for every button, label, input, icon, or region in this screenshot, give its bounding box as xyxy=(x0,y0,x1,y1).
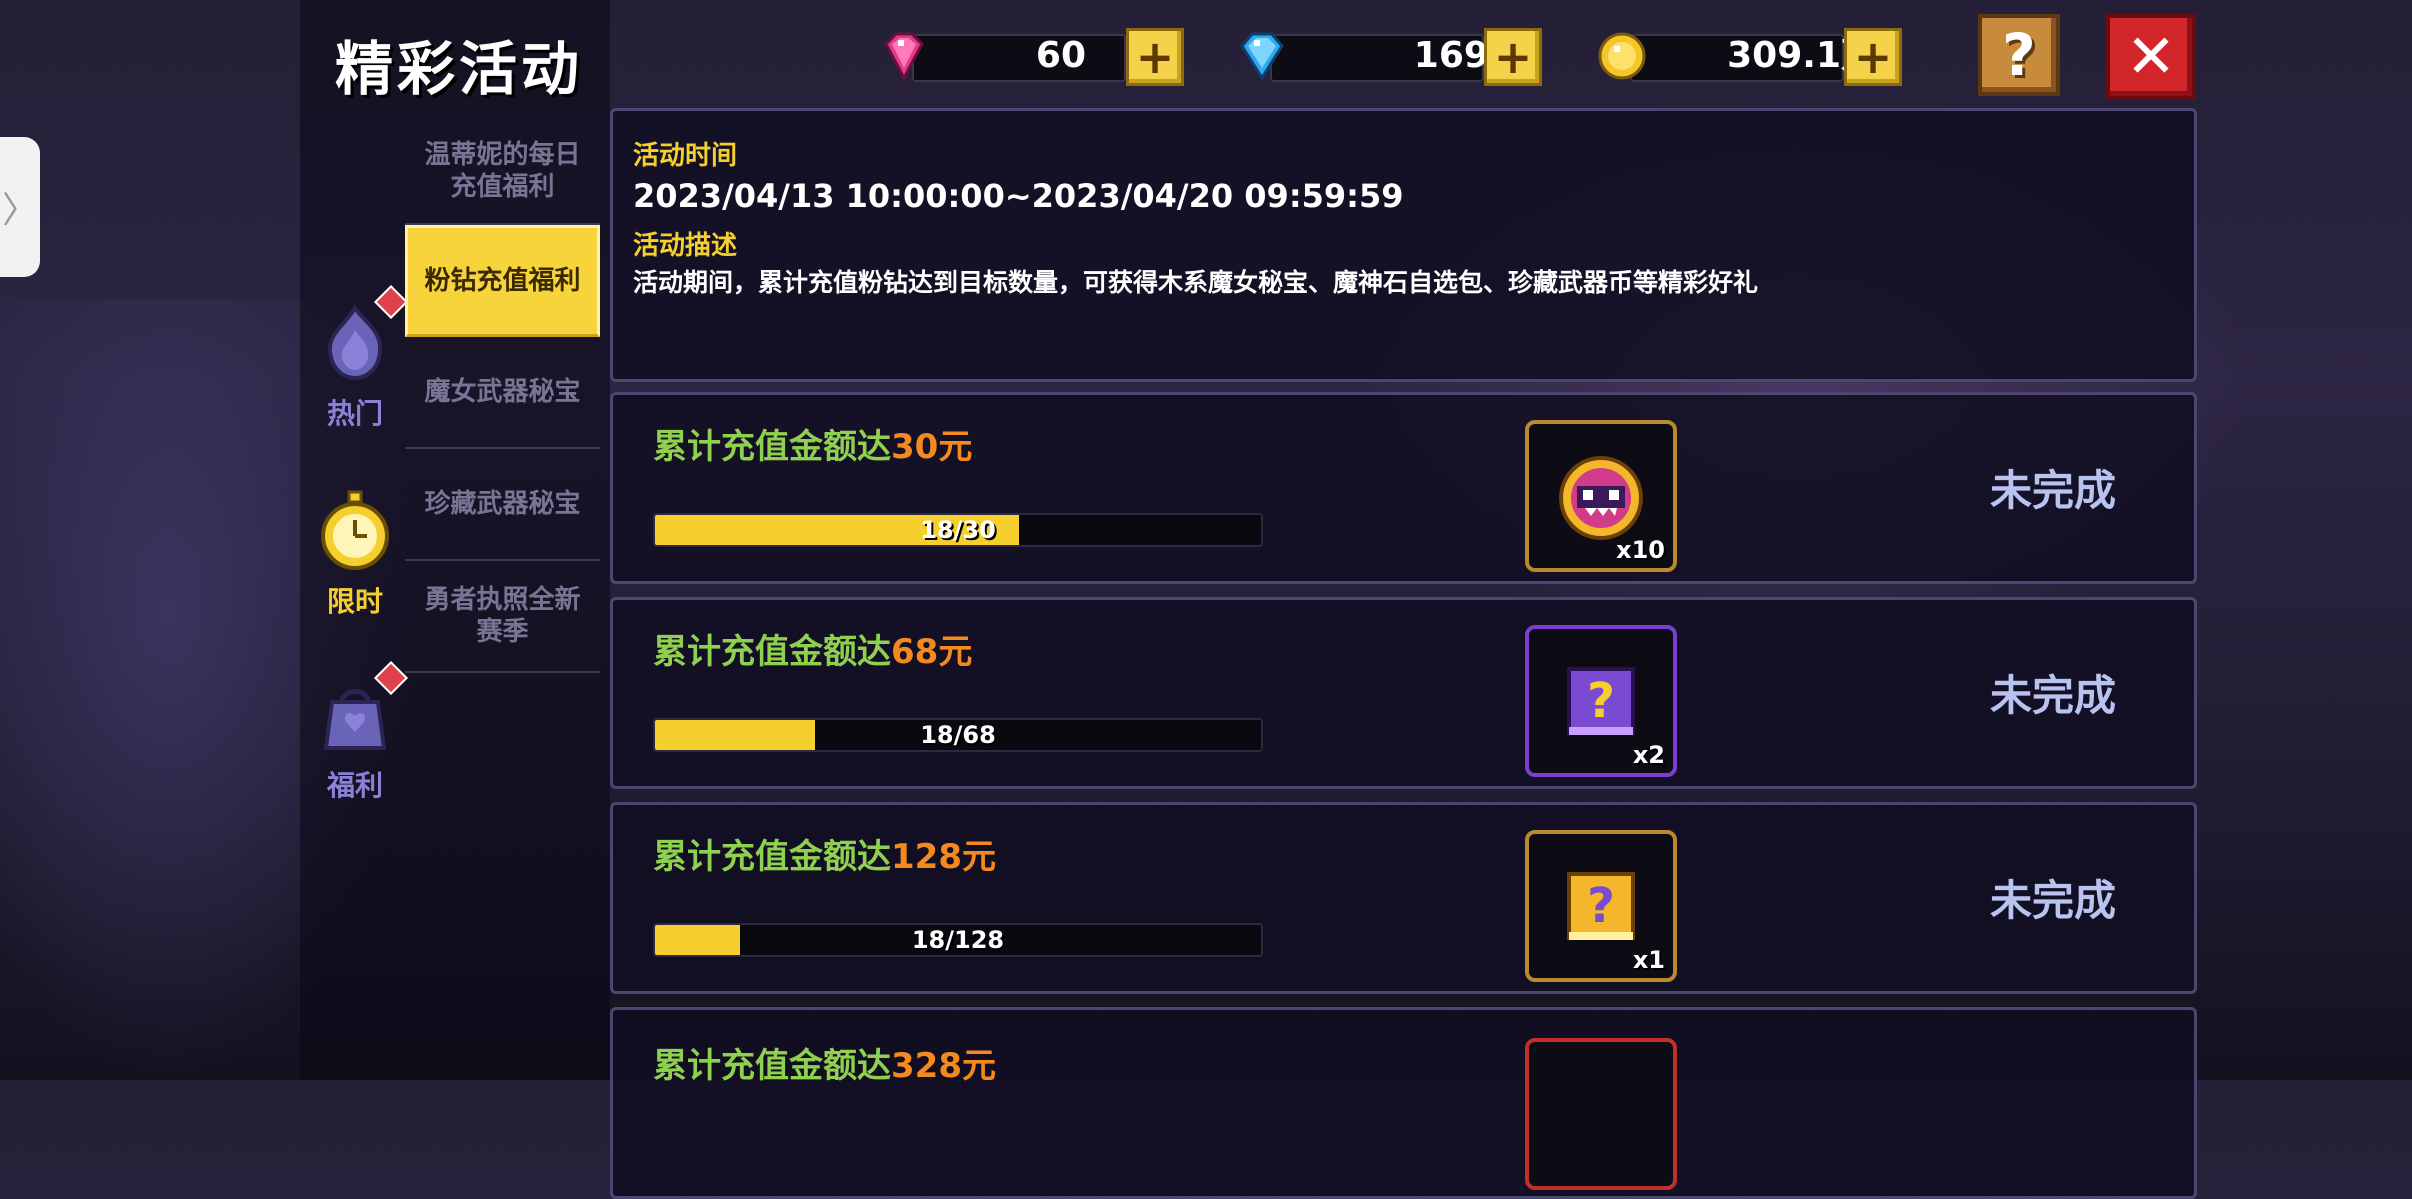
reward-item[interactable]: ? x1 xyxy=(1525,830,1677,982)
category-hot[interactable]: 热门 xyxy=(305,285,408,432)
task-title: 累计充值金额达128元 xyxy=(653,837,996,877)
category-label: 福利 xyxy=(326,769,383,802)
submenu-item-witch-weapon-treasure[interactable]: 魔女武器秘宝 xyxy=(405,337,600,449)
category-label: 限时 xyxy=(326,585,383,618)
progress-text: 18/68 xyxy=(920,721,996,749)
submenu-item-label: 珍藏武器秘宝 xyxy=(424,489,581,519)
page-title: 精彩活动 xyxy=(335,35,584,103)
reward-quantity: x10 xyxy=(1616,536,1665,564)
category-label: 热门 xyxy=(326,397,383,430)
activity-desc-value: 活动期间，累计充值粉钻达到目标数量，可获得木系魔女秘宝、魔神石自选包、珍藏武器币… xyxy=(633,268,1759,297)
activity-info-panel: 活动时间 2023/04/13 10:00:00~2023/04/20 09:5… xyxy=(610,108,2197,382)
add-pink-diamond-button[interactable]: + xyxy=(1126,28,1184,86)
activity-desc-heading: 活动描述 xyxy=(633,231,738,261)
add-blue-diamond-button[interactable]: + xyxy=(1484,28,1542,86)
submenu-item-label: 温蒂妮的每日 充值福利 xyxy=(424,139,581,202)
category-welfare[interactable]: 福利 xyxy=(305,661,408,804)
currency-gold: 309.1万 + xyxy=(1594,26,1906,86)
task-status: 未完成 xyxy=(1989,671,2116,720)
currency-pink-diamond: 60 + xyxy=(876,26,1188,86)
submenu-item-label: 魔女武器秘宝 xyxy=(424,377,581,407)
progress-text: 18/128 xyxy=(911,926,1005,954)
activity-submenu: 温蒂妮的每日 充值福利 粉钻充值福利 魔女武器秘宝 珍藏武器秘宝 勇者执照全新 … xyxy=(405,118,600,673)
activity-time-value: 2023/04/13 10:00:00~2023/04/20 09:59:59 xyxy=(633,177,1404,215)
currency-value: 60 xyxy=(1035,35,1086,76)
reward-item[interactable]: ? x2 xyxy=(1525,625,1677,777)
task-title: 累计充值金额达30元 xyxy=(653,427,973,467)
reward-quantity: x1 xyxy=(1632,946,1665,974)
add-gold-button[interactable]: + xyxy=(1844,28,1902,86)
submenu-item-label: 粉钻充值福利 xyxy=(424,266,581,296)
currency-value: 1698 xyxy=(1413,35,1514,76)
task-title: 累计充值金额达68元 xyxy=(653,632,973,672)
currency-blue-diamond: 1698 + xyxy=(1234,26,1546,86)
close-button[interactable]: ✕ xyxy=(2106,14,2196,100)
stopwatch-icon xyxy=(321,490,389,570)
recharge-task-row: 累计充值金额达128元 18/128 ? x1 未完成 xyxy=(610,802,2197,994)
progress-text: 18/30 xyxy=(920,516,996,544)
side-drawer-handle[interactable]: 〉 xyxy=(0,137,40,277)
gold-mystery-box-icon: ? xyxy=(1567,872,1635,940)
purple-mystery-box-icon: ? xyxy=(1567,667,1635,735)
svg-text:?: ? xyxy=(1587,878,1615,934)
currency-value: 309.1万 xyxy=(1727,35,1877,76)
help-button[interactable]: ? xyxy=(1978,14,2060,96)
recharge-task-row: 累计充值金额达328元 xyxy=(610,1007,2197,1199)
blue-gem-icon xyxy=(1240,32,1284,81)
activity-time-heading: 活动时间 xyxy=(633,141,738,171)
task-progress-bar: 18/128 xyxy=(653,923,1263,957)
submenu-item-collection-weapon-treasure[interactable]: 珍藏武器秘宝 xyxy=(405,449,600,561)
submenu-item-hero-license-season[interactable]: 勇者执照全新 赛季 xyxy=(405,561,600,673)
reward-quantity: x2 xyxy=(1632,741,1665,769)
recharge-task-row: 累计充值金额达30元 18/30 x10 未完成 xyxy=(610,392,2197,584)
category-limited[interactable]: 限时 xyxy=(305,488,405,620)
submenu-item-pink-diamond-recharge[interactable]: 粉钻充值福利 xyxy=(405,225,600,337)
recharge-task-row: 累计充值金额达68元 18/68 ? x2 未完成 xyxy=(610,597,2197,789)
task-progress-bar: 18/30 xyxy=(653,513,1263,547)
task-progress-bar: 18/68 xyxy=(653,718,1263,752)
gold-coin-icon xyxy=(1598,32,1646,80)
submenu-item-daily-recharge[interactable]: 温蒂妮的每日 充值福利 xyxy=(405,118,600,225)
svg-text:?: ? xyxy=(1587,673,1615,729)
task-status: 未完成 xyxy=(1989,876,2116,925)
reward-item[interactable] xyxy=(1525,1038,1677,1190)
submenu-item-label: 勇者执照全新 赛季 xyxy=(424,585,581,647)
reward-item[interactable]: x10 xyxy=(1525,420,1677,572)
task-status: 未完成 xyxy=(1989,466,2116,515)
mimic-chest-icon xyxy=(1559,456,1643,540)
pink-gem-icon xyxy=(884,32,924,82)
